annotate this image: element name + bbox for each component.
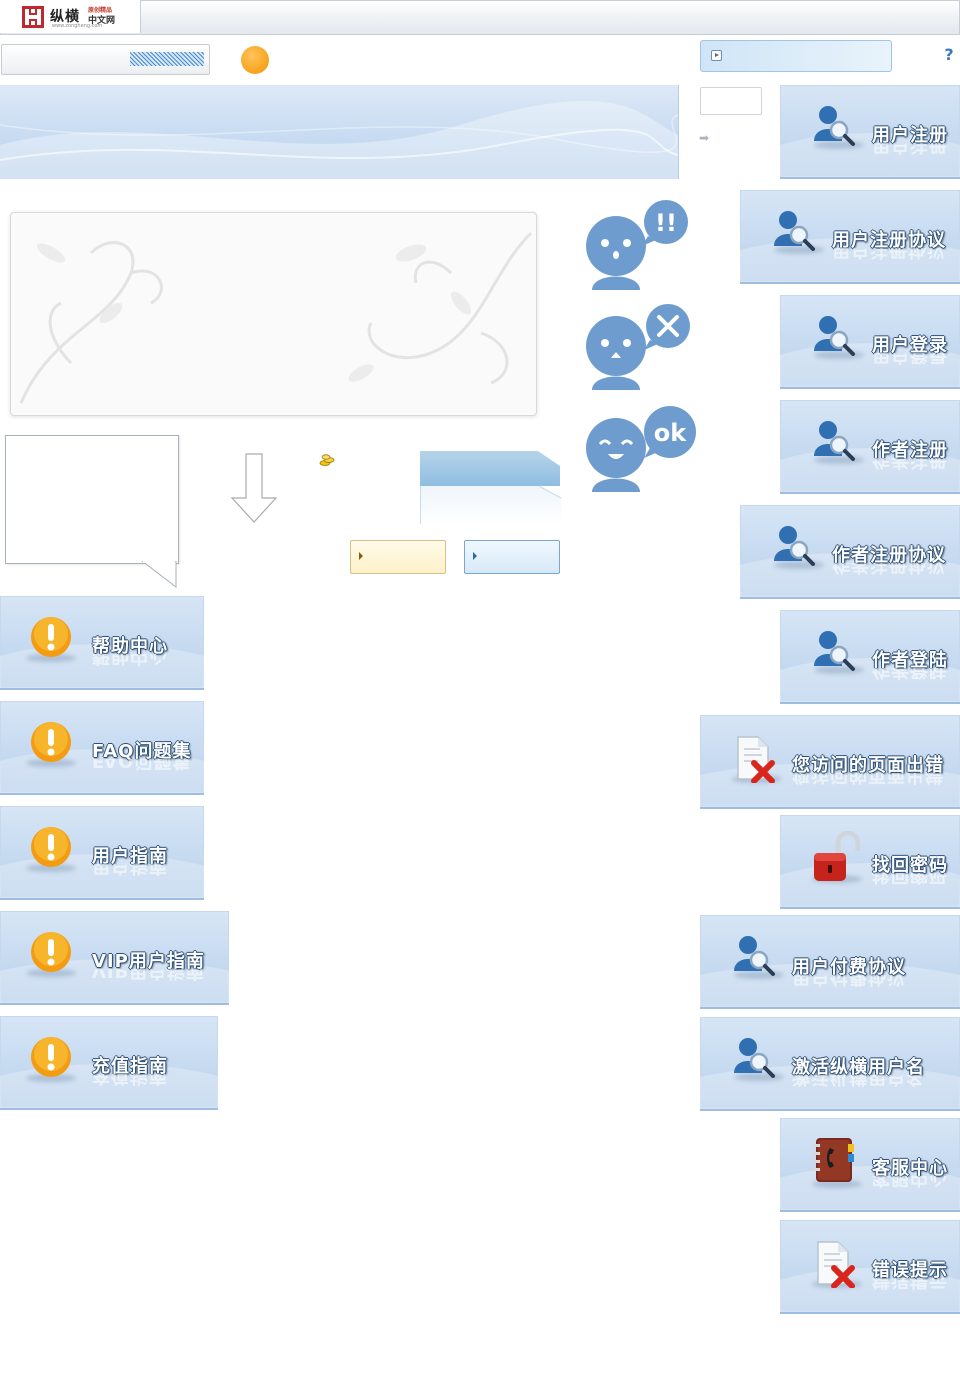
arrow-right-icon: ➡ (699, 131, 710, 145)
blue-button[interactable] (464, 540, 560, 574)
tile-author-register-agreement[interactable]: 作者注册协议 作者注册协议 (740, 505, 960, 599)
coins-icon (319, 454, 335, 466)
alarm-face-icon: !! (586, 200, 688, 290)
tile-label-reflection: 作者注册 (872, 458, 948, 470)
ok-face-icon: ok (586, 406, 696, 492)
tile-activate-username[interactable]: 激活纵横用户名 激活纵横用户名 (700, 1017, 960, 1111)
small-input[interactable] (700, 87, 762, 115)
svg-text:ok: ok (654, 419, 687, 447)
tile-faq[interactable]: FAQ问题集 FAQ问题集 (0, 701, 204, 795)
logo[interactable]: 纵横 原创精品 中文网 www.zongheng.com (0, 0, 141, 33)
tile-label-reflection: 您访问的页面出错 (792, 773, 944, 785)
brand-url: www.zongheng.com (52, 23, 103, 29)
tile-user-guide[interactable]: 用户指南 用户指南 (0, 806, 204, 900)
warning-icon (31, 722, 71, 762)
tile-user-payment-agreement[interactable]: 用户付费协议 用户付费协议 (700, 915, 960, 1009)
tile-help-center[interactable]: 帮助中心 帮助中心 (0, 596, 204, 690)
user-search-icon (814, 106, 855, 146)
floral-panel (10, 212, 537, 416)
tile-label-reflection: 作者登陆 (872, 668, 948, 680)
help-icon[interactable]: ? (940, 46, 958, 64)
tile-label-reflection: FAQ问题集 (92, 759, 192, 771)
padlock-icon (814, 831, 860, 881)
tile-label-reflection: 激活纵横用户名 (792, 1075, 925, 1087)
tile-author-login[interactable]: 作者登陆 作者登陆 (780, 610, 960, 704)
blue-tab[interactable] (420, 451, 560, 486)
tile-label-reflection: 用户注册 (872, 143, 948, 155)
orange-circle-icon (241, 46, 269, 74)
tile-page-error[interactable]: 您访问的页面出错 您访问的页面出错 (700, 715, 960, 809)
blue-input-field[interactable] (700, 40, 892, 72)
tile-label-reflection: 错误提示 (872, 1278, 948, 1290)
warning-icon (31, 932, 71, 972)
tile-label-reflection: 客服中心 (872, 1176, 948, 1188)
user-search-icon (814, 631, 855, 671)
tile-label-reflection: VIP用户指南 (92, 969, 205, 981)
tile-label-reflection: 作者注册协议 (832, 563, 946, 575)
tile-error-prompt[interactable]: 错误提示 错误提示 (780, 1220, 960, 1314)
error-face-icon (586, 304, 690, 390)
tile-label-reflection: 充值指南 (92, 1074, 168, 1086)
user-search-icon (734, 1038, 775, 1078)
svg-text:!!: !! (655, 209, 677, 237)
triangle-icon (473, 552, 477, 560)
tile-author-register[interactable]: 作者注册 作者注册 (780, 400, 960, 494)
tile-vip-user-guide[interactable]: VIP用户指南 VIP用户指南 (0, 911, 229, 1005)
speech-bubble-tail (141, 561, 177, 589)
top-bar (0, 0, 960, 35)
tile-label-reflection: 找回密码 (872, 873, 948, 885)
warning-icon (31, 827, 71, 867)
warning-icon (31, 617, 71, 657)
play-icon (711, 50, 722, 61)
user-search-icon (734, 936, 775, 976)
phone-book-icon (812, 1138, 854, 1182)
down-arrow-icon (230, 453, 278, 523)
page-error-icon (737, 736, 775, 783)
triangle-icon (359, 552, 363, 560)
warning-icon (31, 1037, 71, 1077)
user-search-icon (814, 421, 855, 461)
yellow-button[interactable] (350, 540, 446, 574)
tile-user-register[interactable]: 用户注册 用户注册 (780, 85, 960, 179)
user-search-icon (774, 211, 815, 251)
tile-label-reflection: 用户登录 (872, 353, 948, 365)
tile-customer-service[interactable]: 客服中心 客服中心 (780, 1118, 960, 1212)
user-search-icon (774, 526, 815, 566)
brand-mark-icon (22, 6, 44, 28)
speech-bubble (5, 435, 179, 564)
search-button[interactable] (130, 52, 204, 66)
tile-user-login[interactable]: 用户登录 用户登录 (780, 295, 960, 389)
tile-recharge-guide[interactable]: 充值指南 充值指南 (0, 1016, 218, 1110)
light-tab[interactable] (420, 486, 561, 524)
user-search-icon (814, 316, 855, 356)
tile-label-reflection: 用户付费协议 (792, 975, 906, 987)
tile-user-register-agreement[interactable]: 用户注册协议 用户注册协议 (740, 190, 960, 284)
tile-find-password[interactable]: 找回密码 找回密码 (780, 815, 960, 909)
banner (0, 85, 679, 179)
tile-label-reflection: 帮助中心 (92, 654, 168, 666)
tile-label-reflection: 用户指南 (92, 864, 168, 876)
tile-label-reflection: 用户注册协议 (832, 248, 946, 260)
page-error-icon (817, 1241, 855, 1288)
